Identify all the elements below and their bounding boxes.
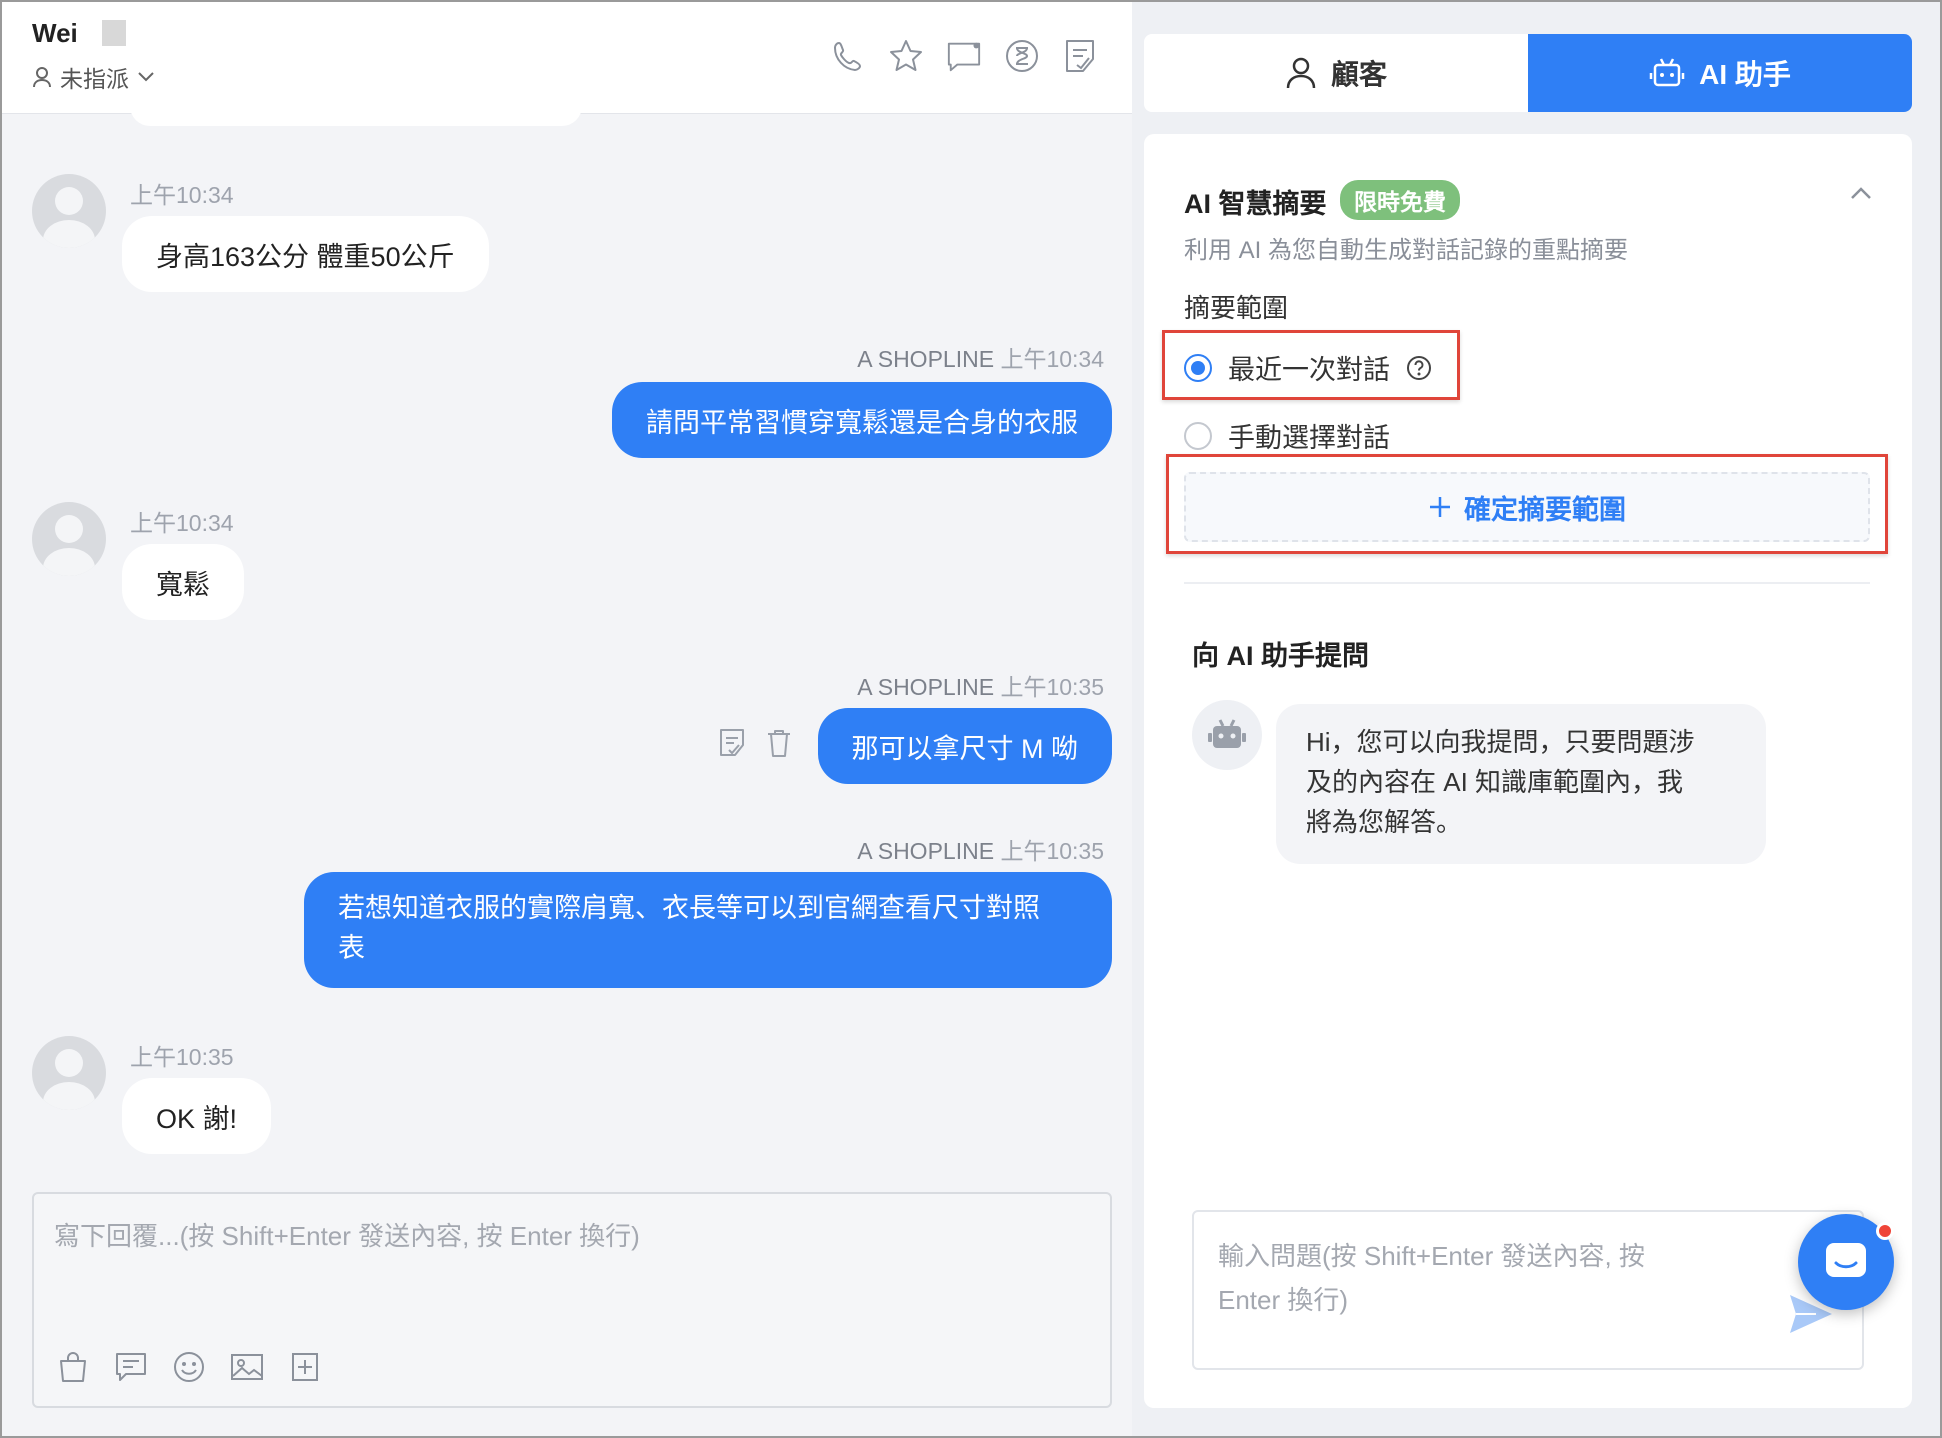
assignee-label: 未指派 xyxy=(60,66,129,92)
quick-reply-icon[interactable] xyxy=(114,1350,148,1384)
bot-message-line: Hi，您可以向我提問，只要問題涉 xyxy=(1306,727,1695,757)
user-icon xyxy=(1286,57,1316,89)
message-time: 上午10:34 xyxy=(130,510,234,536)
image-icon[interactable] xyxy=(230,1350,264,1384)
previous-message-bubble xyxy=(130,106,582,126)
robot-icon xyxy=(1208,719,1246,748)
message-actions xyxy=(718,728,792,758)
summary-range-label: 摘要範圍 xyxy=(1184,293,1289,323)
ask-ai-title: 向 AI 助手提問 xyxy=(1192,641,1370,671)
chat-header: Wei 未指派 xyxy=(2,2,1132,114)
chat-widget-icon xyxy=(1826,1243,1866,1277)
collapse-button[interactable] xyxy=(1850,186,1872,205)
placeholder-line: Enter 換行) xyxy=(1218,1285,1349,1315)
tab-customer[interactable]: 顧客 xyxy=(1144,34,1528,112)
app-window: Wei 未指派 上午10:34 身高163公分 體重50公斤 A SHOPLIN… xyxy=(0,0,1942,1438)
chevron-down-icon xyxy=(138,72,154,82)
customer-avatar xyxy=(32,1036,106,1110)
message-time: 上午10:35 xyxy=(1000,674,1104,700)
assignee-dropdown[interactable]: 未指派 xyxy=(32,60,155,94)
timer-icon[interactable] xyxy=(1004,38,1040,74)
reply-placeholder: 寫下回覆...(按 Shift+Enter 發送內容, 按 Enter 換行) xyxy=(54,1221,640,1251)
trash-icon[interactable] xyxy=(766,728,792,758)
message-time: 上午10:34 xyxy=(1000,346,1104,372)
outgoing-message: 那可以拿尺寸 M 呦 xyxy=(817,708,1112,784)
radio-manual-conversation[interactable]: 手動選擇對話 xyxy=(1184,416,1390,455)
incoming-message: 寬鬆 xyxy=(122,544,244,620)
robot-icon xyxy=(1649,58,1685,87)
agent-name: A SHOPLINE xyxy=(857,346,995,372)
outgoing-message: 請問平常習慣穿寬鬆還是合身的衣服 xyxy=(612,382,1112,458)
user-icon xyxy=(33,67,51,88)
reply-composer[interactable]: 寫下回覆...(按 Shift+Enter 發送內容, 按 Enter 換行) xyxy=(32,1192,1112,1408)
header-actions xyxy=(830,38,1098,74)
message-icon[interactable] xyxy=(946,38,982,74)
agent-meta: A SHOPLINE 上午10:35 xyxy=(857,668,1104,702)
tab-ai-assistant[interactable]: AI 助手 xyxy=(1528,34,1912,112)
message-time: 上午10:35 xyxy=(130,1044,234,1070)
redacted-name-block xyxy=(102,20,126,46)
bot-message-line: 將為您解答。 xyxy=(1306,807,1463,837)
note-icon[interactable] xyxy=(718,728,746,758)
agent-meta: A SHOPLINE 上午10:35 xyxy=(857,832,1104,866)
add-attachment-icon[interactable] xyxy=(288,1350,322,1384)
composer-toolbar xyxy=(56,1350,322,1384)
summary-title: AI 智慧摘要 xyxy=(1184,189,1327,219)
radio-button[interactable] xyxy=(1184,421,1212,450)
chat-pane: Wei 未指派 上午10:34 身高163公分 體重50公斤 A SHOPLIN… xyxy=(2,2,1132,1436)
bot-message-line: 及的內容在 AI 知識庫範圍內，我 xyxy=(1306,767,1684,797)
section-divider xyxy=(1184,582,1870,584)
shopping-bag-icon[interactable] xyxy=(56,1350,90,1384)
star-icon[interactable] xyxy=(888,38,924,74)
customer-avatar xyxy=(32,502,106,576)
message-time: 上午10:35 xyxy=(1000,838,1104,864)
incoming-message: OK 謝! xyxy=(122,1078,272,1154)
highlight-box xyxy=(1166,454,1888,554)
emoji-icon[interactable] xyxy=(172,1350,206,1384)
tab-label: AI 助手 xyxy=(1699,59,1791,90)
agent-name: A SHOPLINE xyxy=(857,838,995,864)
agent-name: A SHOPLINE xyxy=(857,674,995,700)
contact-name: Wei xyxy=(32,18,78,48)
placeholder-line: 輸入問題(按 Shift+Enter 發送內容, 按 xyxy=(1218,1241,1645,1271)
bot-avatar xyxy=(1192,700,1262,770)
radio-label: 手動選擇對話 xyxy=(1228,423,1390,453)
note-icon[interactable] xyxy=(1062,38,1098,74)
ask-question-input[interactable]: 輸入問題(按 Shift+Enter 發送內容, 按 Enter 換行) xyxy=(1192,1210,1864,1370)
summary-description: 利用 AI 為您自動生成對話記錄的重點摘要 xyxy=(1184,237,1629,264)
chevron-up-icon xyxy=(1851,187,1871,199)
notification-dot xyxy=(1876,1222,1894,1240)
free-badge: 限時免費 xyxy=(1340,180,1460,220)
tab-label: 顧客 xyxy=(1330,59,1387,90)
highlight-box xyxy=(1162,330,1460,400)
ai-assistant-panel: AI 智慧摘要 限時免費 利用 AI 為您自動生成對話記錄的重點摘要 摘要範圍 … xyxy=(1144,134,1912,1408)
bot-message: Hi，您可以向我提問，只要問題涉 及的內容在 AI 知識庫範圍內，我 將為您解答… xyxy=(1276,704,1766,864)
incoming-message: 身高163公分 體重50公斤 xyxy=(122,216,489,292)
agent-meta: A SHOPLINE 上午10:34 xyxy=(857,340,1104,374)
phone-icon[interactable] xyxy=(830,38,866,74)
message-line: 若想知道衣服的實際肩寬、衣長等可以到官網查看尺寸對照 xyxy=(338,893,1040,923)
ask-input-placeholder: 輸入問題(按 Shift+Enter 發送內容, 按 Enter 換行) xyxy=(1218,1234,1718,1322)
outgoing-message: 若想知道衣服的實際肩寬、衣長等可以到官網查看尺寸對照 表 xyxy=(304,872,1112,988)
customer-avatar xyxy=(32,174,106,248)
message-line: 表 xyxy=(338,933,365,963)
message-time: 上午10:34 xyxy=(130,182,234,208)
side-panel-tabs: 顧客 AI 助手 xyxy=(1144,34,1912,112)
